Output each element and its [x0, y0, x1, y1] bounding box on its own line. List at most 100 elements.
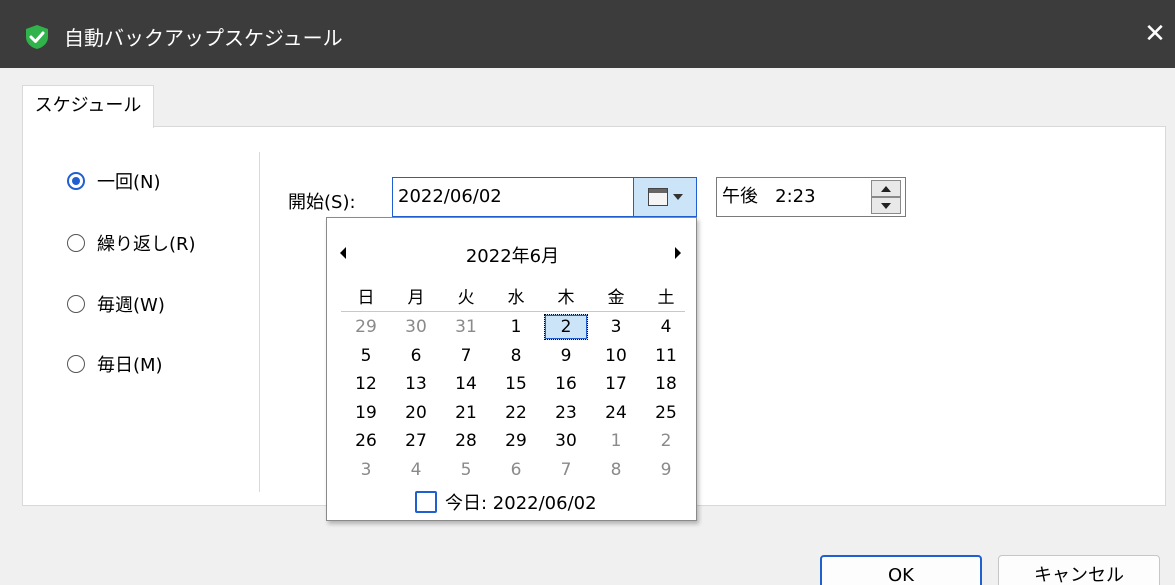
calendar-day[interactable]: 21	[441, 399, 491, 427]
radio-daily[interactable]: 毎日(M)	[67, 351, 163, 377]
start-label: 開始(S):	[288, 192, 356, 213]
calendar-day[interactable]: 29	[341, 313, 391, 341]
calendar-day[interactable]: 4	[641, 313, 691, 341]
radio-weekly[interactable]: 毎週(W)	[67, 291, 165, 317]
calendar-day[interactable]: 8	[591, 456, 641, 484]
date-picker-button[interactable]	[633, 177, 697, 217]
calendar-day-label: 15	[505, 374, 527, 394]
calendar-day-label: 3	[610, 317, 622, 337]
calendar-day[interactable]: 30	[391, 313, 441, 341]
time-spinner[interactable]	[871, 180, 901, 214]
radio-repeat-indicator[interactable]	[67, 234, 85, 252]
calendar-day[interactable]: 9	[641, 456, 691, 484]
radio-daily-indicator[interactable]	[67, 355, 85, 373]
chevron-down-icon	[672, 194, 683, 200]
calendar-day[interactable]: 14	[441, 370, 491, 398]
calendar-day[interactable]: 1	[591, 427, 641, 455]
calendar-day[interactable]: 26	[341, 427, 391, 455]
calendar-day-label: 13	[405, 374, 427, 394]
calendar-day[interactable]: 24	[591, 399, 641, 427]
close-icon[interactable]: ✕	[1140, 19, 1170, 49]
calendar-day[interactable]: 5	[441, 456, 491, 484]
calendar-day-label: 3	[360, 459, 372, 480]
calendar-day-label: 14	[455, 374, 477, 394]
radio-repeat-label: 繰り返し(R)	[97, 234, 196, 255]
radio-weekly-indicator[interactable]	[67, 295, 85, 313]
spin-up-button[interactable]	[871, 180, 901, 197]
calendar-month-title[interactable]: 2022年6月	[327, 242, 698, 268]
calendar-day[interactable]: 11	[641, 342, 691, 370]
calendar-day-label: 29	[355, 317, 377, 337]
radio-once[interactable]: 一回(N)	[67, 168, 161, 194]
calendar-day-label: 27	[405, 431, 427, 451]
calendar-day[interactable]: 9	[541, 342, 591, 370]
calendar-day-label: 20	[405, 402, 427, 423]
spin-down-button[interactable]	[871, 197, 901, 214]
weekday-header: 木	[557, 288, 575, 308]
calendar-day[interactable]: 28	[441, 427, 491, 455]
calendar-day[interactable]: 10	[591, 342, 641, 370]
calendar-day-label: 5	[360, 345, 372, 366]
calendar-day[interactable]: 3	[341, 456, 391, 484]
calendar-day-label: 1	[510, 317, 522, 337]
calendar-day-label: 5	[460, 459, 472, 480]
calendar-day-label: 6	[410, 345, 422, 366]
calendar-day-selected[interactable]: 2	[541, 313, 591, 341]
calendar-day[interactable]: 27	[391, 427, 441, 455]
calendar-day[interactable]: 13	[391, 370, 441, 398]
calendar-day-label: 22	[505, 402, 527, 423]
dialog-window: 自動バックアップスケジュール ✕ スケジュール スケジュール 一回(N) 繰り返…	[0, 0, 1175, 585]
today-link[interactable]: 今日: 2022/06/02	[415, 489, 597, 515]
calendar-day[interactable]: 5	[341, 342, 391, 370]
calendar-day[interactable]: 31	[441, 313, 491, 341]
start-date-input[interactable]: 2022/06/02	[392, 177, 634, 217]
calendar-day[interactable]: 1	[491, 313, 541, 341]
radio-weekly-label: 毎週(W)	[97, 295, 165, 316]
calendar-day-label: 9	[660, 459, 672, 480]
radio-once-indicator[interactable]	[67, 172, 85, 190]
calendar-day[interactable]: 29	[491, 427, 541, 455]
title-bar: 自動バックアップスケジュール ✕	[0, 0, 1175, 68]
calendar-day[interactable]: 22	[491, 399, 541, 427]
calendar-day[interactable]: 2	[641, 427, 691, 455]
calendar-day-label: 28	[455, 431, 477, 451]
radio-daily-label: 毎日(M)	[97, 355, 163, 376]
weekday-header: 火	[457, 288, 475, 308]
calendar-day[interactable]: 20	[391, 399, 441, 427]
calendar-day[interactable]: 19	[341, 399, 391, 427]
calendar-day[interactable]: 12	[341, 370, 391, 398]
calendar-day-label: 29	[505, 431, 527, 451]
cancel-button[interactable]: キャンセル	[998, 555, 1160, 585]
calendar-day-label: 21	[455, 402, 477, 423]
calendar-day-label: 12	[355, 374, 377, 394]
calendar-day-label: 24	[605, 402, 627, 423]
calendar-day[interactable]: 15	[491, 370, 541, 398]
calendar-day[interactable]: 17	[591, 370, 641, 398]
calendar-day[interactable]: 7	[441, 342, 491, 370]
calendar-day-label: 10	[605, 345, 627, 366]
calendar-day[interactable]: 23	[541, 399, 591, 427]
next-month-icon[interactable]	[675, 247, 681, 259]
window-title: 自動バックアップスケジュール	[64, 26, 343, 50]
calendar-day[interactable]: 4	[391, 456, 441, 484]
calendar-icon	[647, 188, 668, 206]
calendar-day[interactable]: 25	[641, 399, 691, 427]
calendar-day-label: 6	[510, 459, 522, 480]
calendar-day[interactable]: 3	[591, 313, 641, 341]
calendar-day[interactable]: 30	[541, 427, 591, 455]
calendar-day-label: 7	[460, 345, 472, 366]
calendar-day-label: 26	[355, 431, 377, 451]
calendar-day[interactable]: 6	[391, 342, 441, 370]
calendar-day-label: 4	[660, 317, 672, 337]
ok-button[interactable]: OK	[820, 555, 982, 585]
radio-repeat[interactable]: 繰り返し(R)	[67, 230, 196, 256]
calendar-day[interactable]: 18	[641, 370, 691, 398]
vertical-divider	[259, 152, 260, 492]
calendar-day-label: 2	[544, 314, 588, 340]
calendar-day[interactable]: 7	[541, 456, 591, 484]
tab-schedule-active[interactable]: スケジュール	[22, 85, 154, 128]
calendar-day[interactable]: 8	[491, 342, 541, 370]
calendar-day-label: 7	[560, 459, 572, 480]
calendar-day[interactable]: 16	[541, 370, 591, 398]
calendar-day[interactable]: 6	[491, 456, 541, 484]
